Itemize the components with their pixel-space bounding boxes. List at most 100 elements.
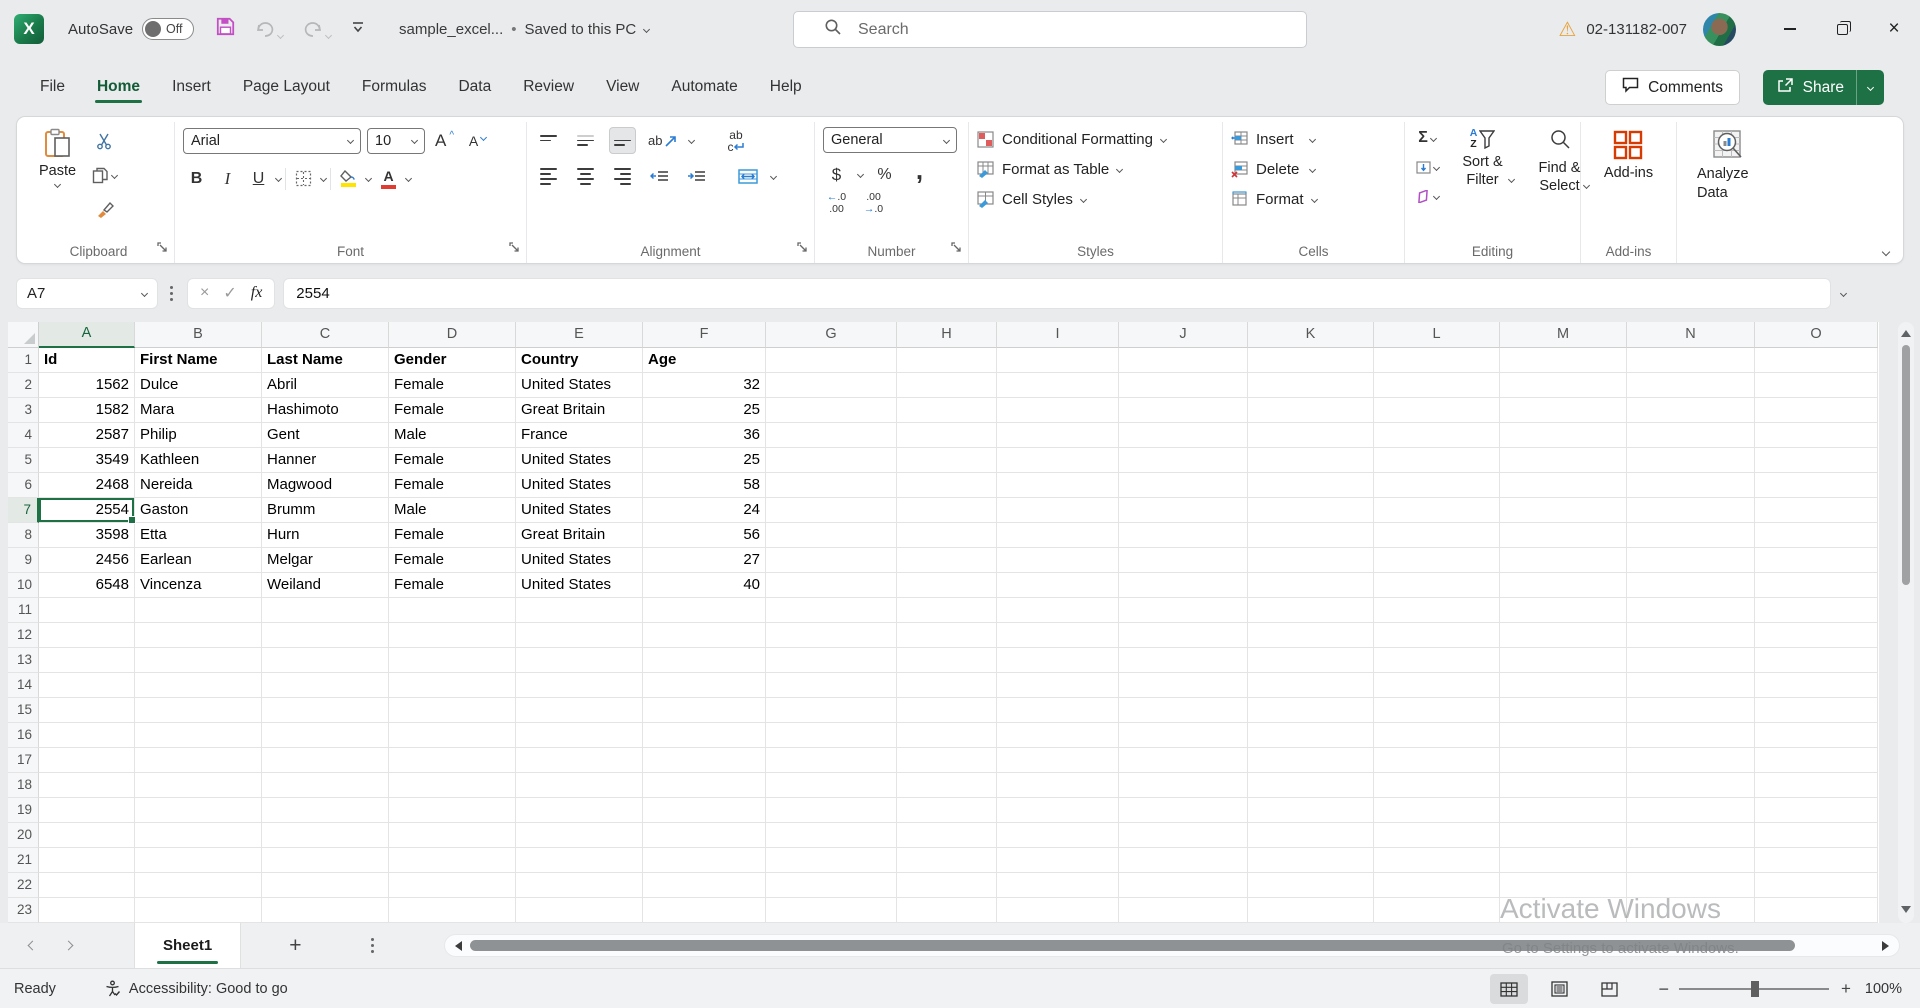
cell-N22[interactable]	[1627, 873, 1755, 898]
font-size-select[interactable]: 10	[367, 128, 425, 154]
underline-dropdown-icon[interactable]	[275, 175, 282, 182]
cell-J14[interactable]	[1119, 673, 1248, 698]
row-header-17[interactable]: 17	[8, 748, 39, 773]
zoom-slider-thumb[interactable]	[1751, 981, 1759, 997]
cell-D7[interactable]: Male	[389, 498, 516, 523]
comments-button[interactable]: Comments	[1605, 70, 1740, 105]
wrap-text-button[interactable]: ab c	[722, 127, 749, 154]
cell-O15[interactable]	[1755, 698, 1878, 723]
cell-B21[interactable]	[135, 848, 262, 873]
cell-B11[interactable]	[135, 598, 262, 623]
number-dialog-launcher-icon[interactable]	[951, 240, 962, 258]
fill-color-dropdown-icon[interactable]	[365, 175, 372, 182]
cell-H14[interactable]	[897, 673, 997, 698]
cell-O11[interactable]	[1755, 598, 1878, 623]
cell-I12[interactable]	[997, 623, 1119, 648]
row-header-16[interactable]: 16	[8, 723, 39, 748]
format-painter-button[interactable]	[90, 196, 119, 223]
zoom-slider[interactable]	[1679, 988, 1829, 990]
previous-sheet-button[interactable]	[22, 936, 42, 956]
column-header-L[interactable]: L	[1374, 322, 1500, 348]
autosave-toggle[interactable]: Off	[142, 18, 194, 40]
cell-A19[interactable]	[39, 798, 135, 823]
cell-H12[interactable]	[897, 623, 997, 648]
cell-N10[interactable]	[1627, 573, 1755, 598]
cell-C11[interactable]	[262, 598, 389, 623]
merge-center-button[interactable]	[734, 163, 761, 190]
cell-F17[interactable]	[643, 748, 766, 773]
cell-G3[interactable]	[766, 398, 897, 423]
new-sheet-button[interactable]: +	[289, 934, 301, 958]
column-header-J[interactable]: J	[1119, 322, 1248, 348]
cell-G4[interactable]	[766, 423, 897, 448]
cell-D21[interactable]	[389, 848, 516, 873]
redo-dropdown-icon[interactable]	[325, 31, 332, 38]
cell-O21[interactable]	[1755, 848, 1878, 873]
percent-style-button[interactable]: %	[871, 161, 898, 188]
minimize-button[interactable]	[1764, 0, 1816, 58]
cell-K21[interactable]	[1248, 848, 1374, 873]
cell-M11[interactable]	[1500, 598, 1627, 623]
cell-K10[interactable]	[1248, 573, 1374, 598]
cell-F12[interactable]	[643, 623, 766, 648]
horizontal-scrollbar[interactable]	[444, 934, 1900, 957]
tab-page-layout[interactable]: Page Layout	[229, 68, 344, 106]
cell-B13[interactable]	[135, 648, 262, 673]
cell-D12[interactable]	[389, 623, 516, 648]
cell-M22[interactable]	[1500, 873, 1627, 898]
cell-K4[interactable]	[1248, 423, 1374, 448]
cell-E20[interactable]	[516, 823, 643, 848]
cell-K3[interactable]	[1248, 398, 1374, 423]
paste-dropdown-icon[interactable]	[54, 181, 61, 188]
decrease-font-size-button[interactable]: A	[464, 127, 491, 154]
cell-J16[interactable]	[1119, 723, 1248, 748]
cell-B8[interactable]: Etta	[135, 523, 262, 548]
cell-O2[interactable]	[1755, 373, 1878, 398]
copy-button[interactable]	[90, 162, 119, 189]
cell-M14[interactable]	[1500, 673, 1627, 698]
cell-F23[interactable]	[643, 898, 766, 923]
cell-M7[interactable]	[1500, 498, 1627, 523]
cell-A7[interactable]: 2554	[39, 498, 135, 523]
cell-O10[interactable]	[1755, 573, 1878, 598]
cell-J5[interactable]	[1119, 448, 1248, 473]
cell-D16[interactable]	[389, 723, 516, 748]
font-color-button[interactable]: A	[375, 165, 402, 192]
cell-E1[interactable]: Country	[516, 348, 643, 373]
accounting-dropdown-icon[interactable]	[857, 171, 864, 178]
cell-E7[interactable]: United States	[516, 498, 643, 523]
cell-M20[interactable]	[1500, 823, 1627, 848]
cell-F2[interactable]: 32	[643, 373, 766, 398]
cell-C5[interactable]: Hanner	[262, 448, 389, 473]
borders-dropdown-icon[interactable]	[320, 175, 327, 182]
cell-L14[interactable]	[1374, 673, 1500, 698]
cell-I1[interactable]	[997, 348, 1119, 373]
cell-J2[interactable]	[1119, 373, 1248, 398]
fill-button[interactable]	[1413, 155, 1441, 179]
column-header-M[interactable]: M	[1500, 322, 1627, 348]
vertical-scrollbar[interactable]	[1898, 322, 1914, 923]
cell-F10[interactable]: 40	[643, 573, 766, 598]
cell-B23[interactable]	[135, 898, 262, 923]
top-align-button[interactable]	[535, 127, 562, 154]
column-header-A[interactable]: A	[39, 322, 135, 348]
cell-G8[interactable]	[766, 523, 897, 548]
normal-view-button[interactable]	[1490, 974, 1528, 1004]
cell-D4[interactable]: Male	[389, 423, 516, 448]
cell-L18[interactable]	[1374, 773, 1500, 798]
column-header-B[interactable]: B	[135, 322, 262, 348]
cell-F3[interactable]: 25	[643, 398, 766, 423]
cell-J23[interactable]	[1119, 898, 1248, 923]
cell-L19[interactable]	[1374, 798, 1500, 823]
cell-M1[interactable]	[1500, 348, 1627, 373]
column-header-D[interactable]: D	[389, 322, 516, 348]
cell-A18[interactable]	[39, 773, 135, 798]
column-header-C[interactable]: C	[262, 322, 389, 348]
cell-L7[interactable]	[1374, 498, 1500, 523]
cell-E9[interactable]: United States	[516, 548, 643, 573]
cell-G15[interactable]	[766, 698, 897, 723]
merge-center-dropdown-icon[interactable]	[770, 173, 777, 180]
cell-H21[interactable]	[897, 848, 997, 873]
cell-N9[interactable]	[1627, 548, 1755, 573]
conditional-formatting-button[interactable]: Conditional Formatting	[977, 124, 1214, 154]
